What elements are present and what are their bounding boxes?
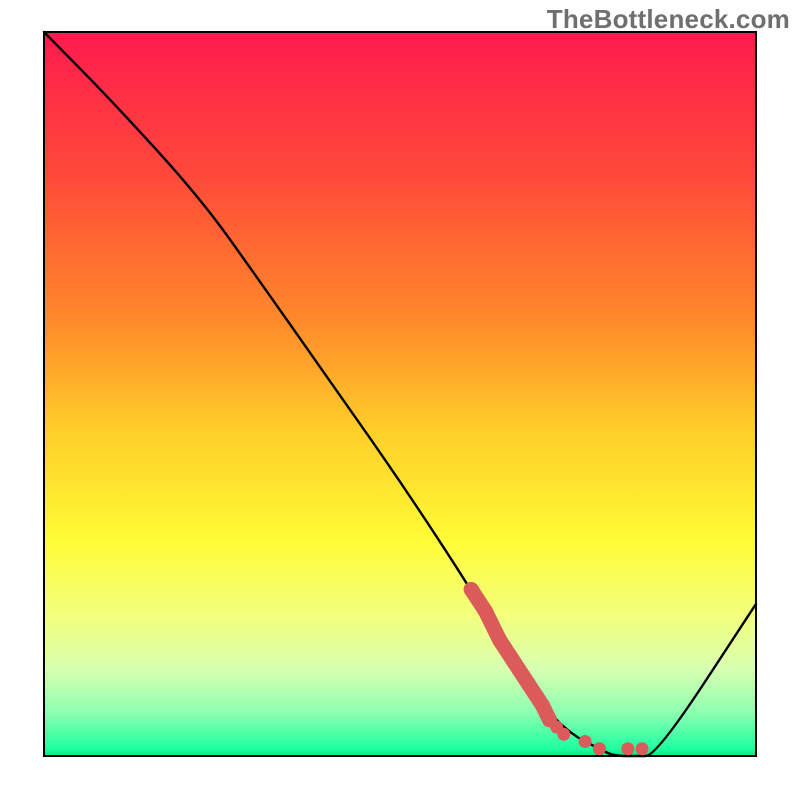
highlight-dot	[621, 742, 634, 755]
highlight-dot	[492, 633, 507, 648]
bottleneck-chart	[0, 0, 800, 800]
highlight-dot	[557, 728, 570, 741]
highlight-dot	[593, 742, 606, 755]
highlight-dot	[478, 604, 493, 619]
chart-stage: TheBottleneck.com	[0, 0, 800, 800]
highlight-dot	[535, 698, 550, 713]
highlight-dot	[506, 654, 521, 669]
highlight-dot	[636, 742, 649, 755]
plot-background	[44, 32, 756, 756]
highlight-dot	[464, 582, 479, 597]
highlight-dot	[521, 676, 536, 691]
highlight-dot	[579, 735, 592, 748]
